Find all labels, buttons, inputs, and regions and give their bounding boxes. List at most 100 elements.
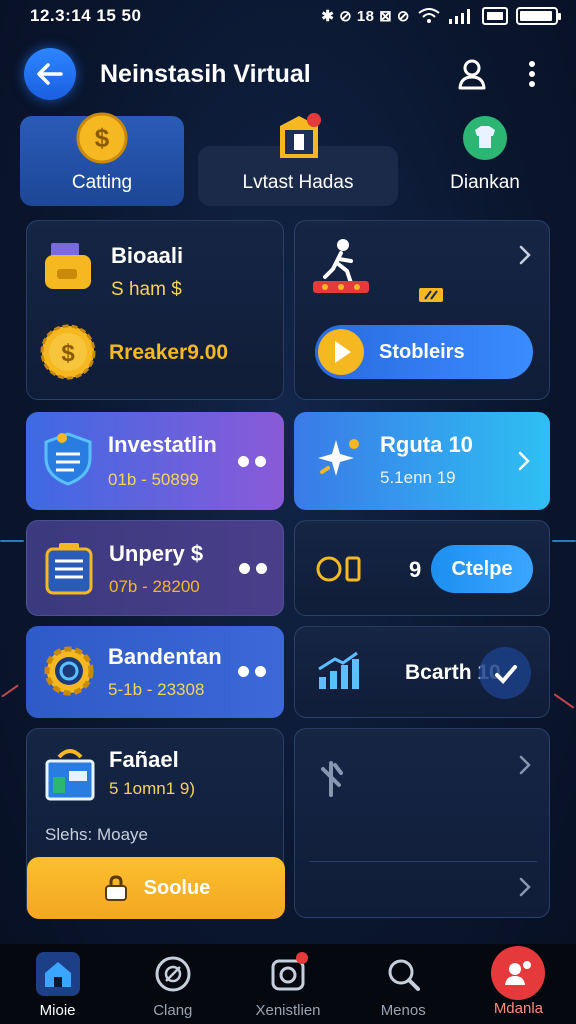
- decor-line: [552, 540, 576, 542]
- storage-icon: [482, 7, 508, 25]
- app-header: Neinstasih Virtual: [0, 40, 576, 108]
- category-tabs: $ Catting Lvtast Hadas Diankan: [20, 112, 560, 206]
- shirt-icon: [463, 116, 507, 160]
- bandentan-card[interactable]: Bandentan 5-1b - 23308: [26, 626, 284, 718]
- nav-label: Menos: [380, 1002, 426, 1019]
- nav-item-xenistlien[interactable]: Xenistlien: [230, 944, 345, 1024]
- rguta-card[interactable]: Rguta 10 5.1enn 19: [294, 412, 550, 510]
- tab-lvtast-hadas[interactable]: Lvtast Hadas: [198, 113, 398, 206]
- tab-label: Diankan: [450, 172, 520, 193]
- bottom-navigation: Mioie Clang Xenistlien Menos Mdanla: [0, 944, 576, 1024]
- battery-level: [520, 11, 553, 21]
- coin-icon: $: [40, 324, 96, 380]
- more-dots[interactable]: [239, 563, 267, 574]
- chevron-right-icon[interactable]: [515, 243, 535, 267]
- chevron-right-icon[interactable]: [515, 875, 535, 899]
- arrow-left-icon: [37, 63, 63, 85]
- tab-catting[interactable]: $ Catting: [20, 112, 184, 206]
- tab-label: Catting: [71, 172, 133, 193]
- nav-label: Clang: [153, 1002, 193, 1019]
- play-icon: [318, 329, 364, 375]
- back-button[interactable]: [24, 48, 76, 100]
- status-icons: ✱ ⊘ 18 ⊠ ⊘: [321, 7, 561, 25]
- home-icon: [35, 952, 80, 996]
- card-subtitle: 5-1b - 23308: [108, 680, 205, 699]
- profile-badge-icon: [491, 946, 546, 1000]
- nav-item-home[interactable]: Mioie: [0, 944, 115, 1024]
- more-dots[interactable]: [238, 456, 266, 467]
- ticket-icon: [419, 288, 443, 302]
- camera-icon: [266, 952, 310, 996]
- wallet-icon: [45, 243, 91, 289]
- fafael-card[interactable]: Fañael 5 1omn1 9) Slehs: Moaye Soolue: [26, 728, 285, 919]
- shield-icon: [44, 432, 92, 486]
- nav-item-clang[interactable]: Clang: [115, 944, 230, 1024]
- lock-icon: [104, 875, 127, 901]
- status-time: 12.3:14 15 50: [30, 6, 142, 25]
- notification-badge: [296, 952, 308, 964]
- profile-button[interactable]: [452, 54, 492, 94]
- card-subtitle: 01b - 50899: [108, 470, 199, 489]
- tab-label: Lvtast Hadas: [242, 172, 354, 193]
- store-icon: [45, 749, 95, 801]
- balance-card[interactable]: Bioaali S ham $ $ Rreaker9.00: [26, 220, 284, 400]
- breaker-value: Rreaker9.00: [109, 341, 229, 364]
- ctelpe-count: 9: [409, 557, 422, 582]
- user-icon: [458, 59, 486, 90]
- toggle-icon: [316, 556, 361, 582]
- ctelpe-card[interactable]: 9 Ctelpe: [294, 520, 550, 616]
- investatlin-card[interactable]: Investatlin 01b - 50899: [26, 412, 284, 510]
- empty-card[interactable]: [294, 728, 550, 918]
- page-title: Neinstasih Virtual: [100, 59, 311, 88]
- coin-icon: $: [76, 112, 128, 164]
- nav-label: Mdanla: [493, 1000, 544, 1017]
- fafael-action-button[interactable]: Soolue: [27, 857, 285, 919]
- nav-label: Xenistlien: [255, 1002, 321, 1019]
- search-icon: [381, 952, 425, 996]
- more-vertical-icon: [529, 61, 535, 87]
- nav-label: Mioie: [39, 1002, 76, 1019]
- bcarth-card[interactable]: Bcarth 10: [294, 626, 550, 718]
- card-title: Investatlin: [108, 432, 217, 457]
- promo-action-button[interactable]: Stobleirs: [315, 325, 533, 379]
- status-icons-text: ✱ ⊘ 18 ⊠ ⊘: [321, 8, 410, 25]
- divider: [309, 861, 537, 862]
- card-title: Rguta 10: [380, 432, 473, 457]
- unpery-card[interactable]: Unpery $ 07b - 28200: [26, 520, 284, 616]
- search-circle-icon: [151, 952, 195, 996]
- sparkle-icon: [318, 439, 359, 476]
- tab-diankan[interactable]: Diankan: [410, 116, 560, 206]
- button-label: Ctelpe: [451, 557, 513, 580]
- card-title: Bandentan: [108, 644, 222, 669]
- card-subtitle: 5.1enn 19: [380, 468, 456, 487]
- shop-badge-icon: [280, 113, 321, 158]
- wifi-icon: [418, 8, 440, 23]
- card-title: Unpery $: [109, 541, 204, 566]
- svg-text:$: $: [61, 340, 75, 367]
- nav-item-menos[interactable]: Menos: [346, 944, 461, 1024]
- nav-item-mdanla[interactable]: Mdanla: [461, 944, 576, 1024]
- runner-icon: [313, 239, 369, 293]
- signal-icon: [449, 9, 470, 24]
- button-label: Soolue: [143, 876, 211, 899]
- card-title: Bioaali: [111, 243, 184, 268]
- document-icon: [45, 543, 93, 595]
- more-menu-button[interactable]: [512, 54, 552, 94]
- ctelpe-button[interactable]: Ctelpe: [431, 545, 533, 593]
- svg-text:$: $: [95, 123, 110, 153]
- card-subtitle: 07b - 28200: [109, 577, 200, 596]
- tools-icon: [321, 761, 343, 797]
- button-label: Stobleirs: [379, 340, 465, 363]
- chevron-right-icon[interactable]: [515, 753, 535, 777]
- card-title: Fañael: [109, 747, 179, 772]
- battery-icon: [516, 7, 561, 25]
- more-dots[interactable]: [238, 666, 266, 677]
- decor-line: [0, 540, 24, 542]
- growth-chart-icon: [318, 651, 359, 689]
- check-circle-icon[interactable]: [477, 645, 533, 701]
- chevron-right-icon[interactable]: [514, 449, 534, 473]
- card-note: Slehs: Moaye: [45, 825, 148, 844]
- promo-card[interactable]: Stobleirs: [294, 220, 550, 400]
- card-subtitle: 5 1omn1 9): [109, 779, 195, 798]
- status-bar: 12.3:14 15 50 ✱ ⊘ 18 ⊠ ⊘: [0, 0, 576, 32]
